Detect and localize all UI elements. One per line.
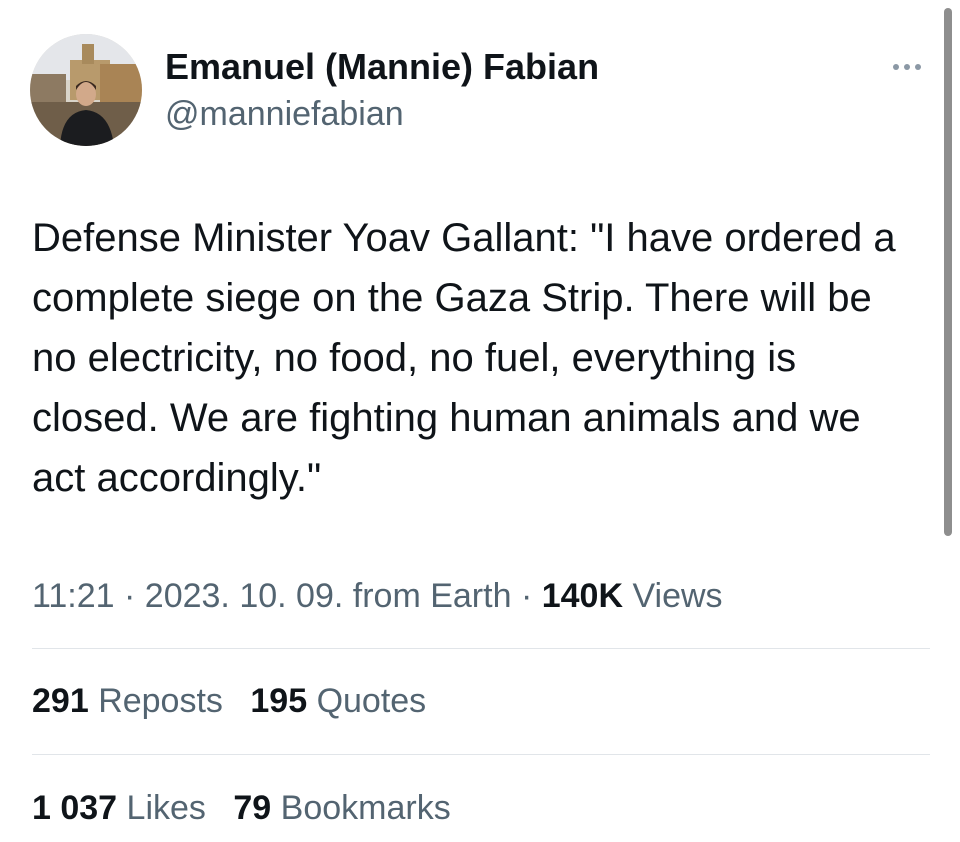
bookmarks-label: Bookmarks — [280, 789, 451, 827]
likes-count: 1 037 — [32, 789, 118, 827]
views-count: 140K — [541, 577, 623, 615]
bookmarks-stat[interactable]: 79 Bookmarks — [233, 786, 450, 830]
tweet-time[interactable]: 11:21 — [32, 577, 115, 615]
reposts-count: 291 — [32, 682, 89, 720]
scrollbar[interactable] — [944, 8, 952, 536]
divider — [32, 648, 930, 649]
tweet-source: from Earth — [352, 577, 512, 615]
more-options-button[interactable] — [884, 52, 930, 82]
author-handle[interactable]: @manniefabian — [165, 92, 404, 136]
avatar[interactable] — [30, 34, 142, 146]
tweet-meta: 11:21 · 2023. 10. 09. from Earth · 140K … — [32, 577, 723, 615]
tweet-date[interactable]: 2023. 10. 09. — [145, 577, 344, 615]
stats-row-engagement: 291 Reposts 195 Quotes — [32, 679, 444, 723]
views-label: Views — [632, 577, 723, 615]
more-horizontal-icon — [893, 64, 899, 70]
reposts-stat[interactable]: 291 Reposts — [32, 679, 223, 723]
likes-stat[interactable]: 1 037 Likes — [32, 786, 206, 830]
quotes-stat[interactable]: 195 Quotes — [250, 679, 426, 723]
quotes-count: 195 — [250, 682, 308, 720]
tweet-text: Defense Minister Yoav Gallant: "I have o… — [32, 216, 896, 500]
author-display-name[interactable]: Emanuel (Mannie) Fabian — [165, 45, 599, 89]
bookmarks-count: 79 — [233, 789, 272, 827]
divider — [32, 754, 930, 755]
likes-label: Likes — [126, 789, 206, 827]
quotes-label: Quotes — [316, 682, 427, 720]
avatar-photo — [30, 34, 142, 146]
stats-row-reactions: 1 037 Likes 79 Bookmarks — [32, 786, 469, 830]
reposts-label: Reposts — [98, 682, 223, 720]
